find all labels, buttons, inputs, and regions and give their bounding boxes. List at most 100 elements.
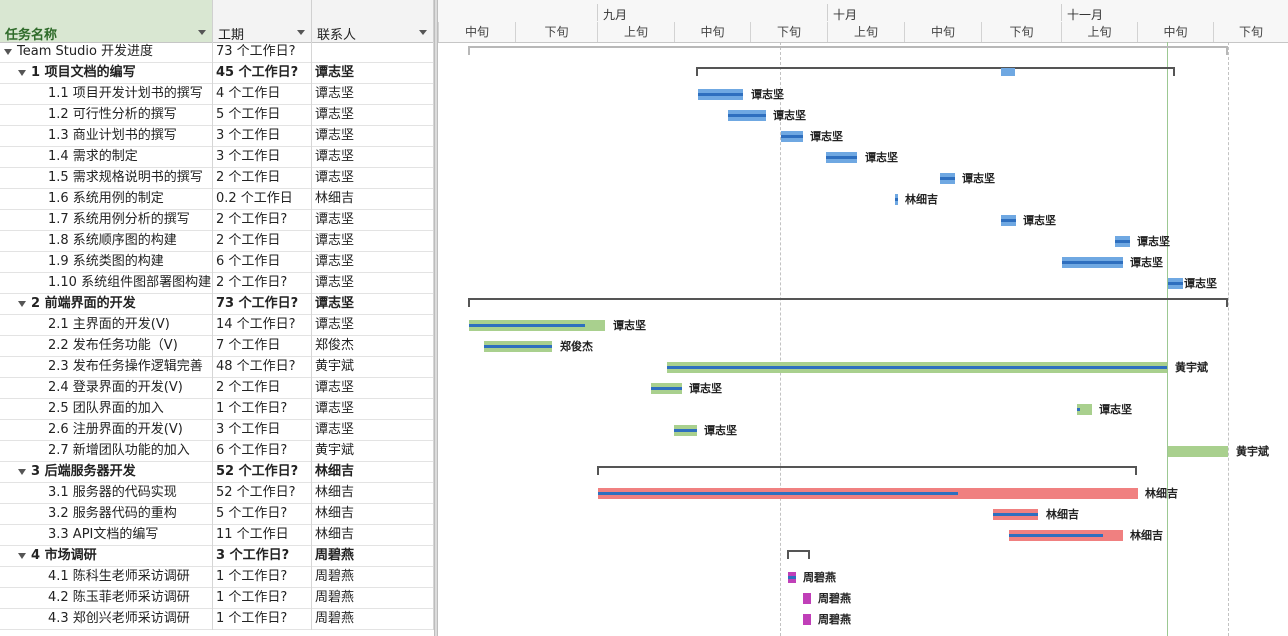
duration-cell[interactable]: 6 个工作日? [213,441,312,462]
task-name-cell[interactable]: 2.5 团队界面的加入 [0,399,213,420]
collapse-triangle-icon[interactable] [18,300,26,307]
contact-cell[interactable]: 谭志坚 [312,84,434,105]
summary-bar[interactable] [468,46,1228,55]
task-name-cell[interactable]: 1 项目文档的编写 [0,63,213,84]
contact-cell[interactable]: 林细吉 [312,483,434,504]
contact-cell[interactable]: 林细吉 [312,525,434,546]
table-row[interactable]: 1.1 项目开发计划书的撰写 4 个工作日 谭志坚 [0,84,434,105]
table-row[interactable]: 1.4 需求的制定 3 个工作日 谭志坚 [0,147,434,168]
collapse-triangle-icon[interactable] [18,552,26,559]
duration-cell[interactable]: 52 个工作日? [213,462,312,483]
contact-cell[interactable]: 谭志坚 [312,168,434,189]
table-row[interactable]: 4.3 郑创兴老师采访调研 1 个工作日? 周碧燕 [0,609,434,630]
task-name-cell[interactable]: 3.2 服务器代码的重构 [0,504,213,525]
table-row[interactable]: 3.3 API文档的编写 11 个工作日 林细吉 [0,525,434,546]
task-name-cell[interactable]: 1.3 商业计划书的撰写 [0,126,213,147]
table-row[interactable]: 1.5 需求规格说明书的撰写 2 个工作日 谭志坚 [0,168,434,189]
duration-cell[interactable]: 73 个工作日? [213,42,312,63]
table-row[interactable]: 1.6 系统用例的制定 0.2 个工作日 林细吉 [0,189,434,210]
task-name-cell[interactable]: 2.1 主界面的开发(V) [0,315,213,336]
duration-cell[interactable]: 6 个工作日 [213,252,312,273]
task-name-cell[interactable]: 2 前端界面的开发 [0,294,213,315]
duration-cell[interactable]: 14 个工作日? [213,315,312,336]
task-name-cell[interactable]: 2.6 注册界面的开发(V) [0,420,213,441]
table-row[interactable]: 1.10 系统组件图部署图构建 2 个工作日? 谭志坚 [0,273,434,294]
contact-cell[interactable]: 谭志坚 [312,210,434,231]
chevron-down-icon[interactable] [419,30,427,35]
task-name-cell[interactable]: 1.8 系统顺序图的构建 [0,231,213,252]
table-row[interactable]: 3.1 服务器的代码实现 52 个工作日? 林细吉 [0,483,434,504]
contact-cell[interactable]: 谭志坚 [312,294,434,315]
task-name-cell[interactable]: 2.2 发布任务功能（V) [0,336,213,357]
duration-cell[interactable]: 73 个工作日? [213,294,312,315]
table-row[interactable]: 1.2 可行性分析的撰写 5 个工作日 谭志坚 [0,105,434,126]
chevron-down-icon[interactable] [297,30,305,35]
task-name-cell[interactable]: 3 后端服务器开发 [0,462,213,483]
summary-bar[interactable] [597,466,1137,475]
contact-cell[interactable]: 林细吉 [312,189,434,210]
task-name-cell[interactable]: 3.3 API文档的编写 [0,525,213,546]
contact-cell[interactable]: 谭志坚 [312,252,434,273]
table-row[interactable]: 1.8 系统顺序图的构建 2 个工作日 谭志坚 [0,231,434,252]
contact-cell[interactable]: 周碧燕 [312,588,434,609]
table-row[interactable]: 3 后端服务器开发 52 个工作日? 林细吉 [0,462,434,483]
task-name-cell[interactable]: 1.9 系统类图的构建 [0,252,213,273]
task-name-cell[interactable]: Team Studio 开发进度 [0,42,213,63]
table-row[interactable]: 2.7 新增团队功能的加入 6 个工作日? 黄宇斌 [0,441,434,462]
duration-cell[interactable]: 3 个工作日 [213,420,312,441]
contact-cell[interactable]: 黄宇斌 [312,357,434,378]
contact-cell[interactable]: 周碧燕 [312,567,434,588]
duration-cell[interactable]: 7 个工作日 [213,336,312,357]
table-row[interactable]: 3.2 服务器代码的重构 5 个工作日? 林细吉 [0,504,434,525]
duration-cell[interactable]: 2 个工作日 [213,378,312,399]
task-name-cell[interactable]: 4 市场调研 [0,546,213,567]
contact-cell[interactable]: 谭志坚 [312,231,434,252]
table-row[interactable]: 1.7 系统用例分析的撰写 2 个工作日? 谭志坚 [0,210,434,231]
duration-cell[interactable]: 3 个工作日 [213,126,312,147]
task-name-cell[interactable]: 1.4 需求的制定 [0,147,213,168]
column-header-task-name[interactable]: 任务名称 [0,0,213,43]
chevron-down-icon[interactable] [198,30,206,35]
contact-cell[interactable]: 周碧燕 [312,546,434,567]
table-row[interactable]: 2.4 登录界面的开发(V) 2 个工作日 谭志坚 [0,378,434,399]
table-row[interactable]: 1 项目文档的编写 45 个工作日? 谭志坚 [0,63,434,84]
table-row[interactable]: Team Studio 开发进度 73 个工作日? [0,42,434,63]
contact-cell[interactable]: 谭志坚 [312,63,434,84]
table-row[interactable]: 2.5 团队界面的加入 1 个工作日? 谭志坚 [0,399,434,420]
task-name-cell[interactable]: 4.1 陈科生老师采访调研 [0,567,213,588]
task-name-cell[interactable]: 1.7 系统用例分析的撰写 [0,210,213,231]
duration-cell[interactable]: 1 个工作日? [213,567,312,588]
contact-cell[interactable]: 谭志坚 [312,420,434,441]
contact-cell[interactable]: 谭志坚 [312,315,434,336]
task-name-cell[interactable]: 2.7 新增团队功能的加入 [0,441,213,462]
column-header-duration[interactable]: 工期 [213,0,312,43]
summary-bar[interactable] [787,550,810,559]
table-row[interactable]: 2.6 注册界面的开发(V) 3 个工作日 谭志坚 [0,420,434,441]
task-name-cell[interactable]: 1.6 系统用例的制定 [0,189,213,210]
task-name-cell[interactable]: 2.4 登录界面的开发(V) [0,378,213,399]
task-name-cell[interactable]: 2.3 发布任务操作逻辑完善 [0,357,213,378]
task-bar[interactable] [1168,446,1228,457]
task-bar[interactable] [803,614,811,625]
contact-cell[interactable]: 谭志坚 [312,126,434,147]
table-row[interactable]: 4.2 陈玉菲老师采访调研 1 个工作日? 周碧燕 [0,588,434,609]
task-name-cell[interactable]: 4.3 郑创兴老师采访调研 [0,609,213,630]
table-row[interactable]: 4 市场调研 3 个工作日? 周碧燕 [0,546,434,567]
summary-segment-bar[interactable] [1001,68,1015,76]
table-row[interactable]: 2.3 发布任务操作逻辑完善 48 个工作日? 黄宇斌 [0,357,434,378]
duration-cell[interactable]: 1 个工作日? [213,399,312,420]
task-name-cell[interactable]: 1.5 需求规格说明书的撰写 [0,168,213,189]
contact-cell[interactable]: 黄宇斌 [312,441,434,462]
table-row[interactable]: 2.1 主界面的开发(V) 14 个工作日? 谭志坚 [0,315,434,336]
collapse-triangle-icon[interactable] [4,48,12,55]
contact-cell[interactable]: 林细吉 [312,462,434,483]
duration-cell[interactable]: 2 个工作日? [213,210,312,231]
duration-cell[interactable]: 1 个工作日? [213,588,312,609]
duration-cell[interactable]: 1 个工作日? [213,609,312,630]
contact-cell[interactable]: 周碧燕 [312,609,434,630]
contact-cell[interactable]: 郑俊杰 [312,336,434,357]
duration-cell[interactable]: 5 个工作日? [213,504,312,525]
task-name-cell[interactable]: 3.1 服务器的代码实现 [0,483,213,504]
contact-cell[interactable]: 谭志坚 [312,105,434,126]
collapse-triangle-icon[interactable] [18,468,26,475]
